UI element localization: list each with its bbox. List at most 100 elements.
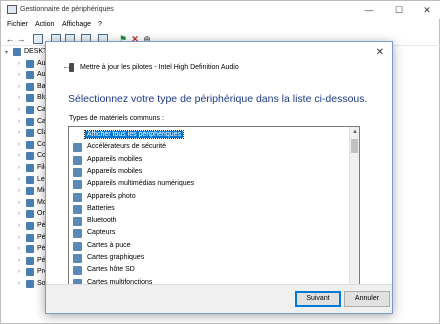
list-item[interactable]: Afficher tous les périphériques: [73, 130, 349, 141]
expand-chevron-icon[interactable]: ›: [18, 72, 20, 78]
menu-affichage[interactable]: Affichage: [62, 21, 91, 28]
expand-chevron-icon[interactable]: ›: [18, 246, 20, 252]
tree-item[interactable]: › Sou: [1, 279, 49, 290]
expand-chevron-icon[interactable]: ›: [18, 269, 20, 275]
device-category-icon: [26, 152, 34, 161]
window-title: Gestionnaire de périphériques: [20, 6, 114, 13]
tree-item[interactable]: › Blu: [1, 93, 47, 104]
dialog-close-button[interactable]: ✕: [376, 47, 384, 58]
expand-chevron-icon[interactable]: ›: [18, 223, 20, 229]
camera-icon: [73, 192, 82, 202]
next-button[interactable]: Suivant: [295, 291, 341, 307]
device-manager-icon: [7, 5, 17, 14]
expand-chevron-icon[interactable]: ›: [18, 211, 20, 217]
tree-item[interactable]: › Pér: [1, 256, 48, 267]
list-item[interactable]: Cartes graphiques: [73, 253, 349, 264]
expand-chevron-icon[interactable]: ›: [18, 200, 20, 206]
maximize-button[interactable]: ☐: [385, 3, 413, 17]
expand-chevron-icon[interactable]: ›: [18, 95, 20, 101]
tree-item[interactable]: › Lec: [1, 175, 48, 186]
tree-item[interactable]: › Mic: [1, 186, 48, 197]
back-arrow-icon[interactable]: ←: [5, 34, 15, 44]
menu-bar: Fichier Action Affichage ?: [1, 19, 440, 31]
forward-arrow-icon[interactable]: →: [16, 34, 26, 44]
close-button[interactable]: ✕: [413, 3, 440, 17]
tree-item[interactable]: › Pér: [1, 244, 48, 255]
menu-fichier[interactable]: Fichier: [7, 21, 28, 28]
dialog-footer: Suivant Annuler: [46, 284, 392, 313]
properties-icon[interactable]: [33, 34, 43, 44]
dialog-title: Mettre à jour les pilotes - Intel High D…: [80, 64, 239, 71]
list-item[interactable]: Cartes à puce: [73, 241, 349, 252]
list-item-label: Capteurs: [87, 229, 116, 237]
list-item[interactable]: Appareils photo: [73, 192, 349, 203]
tree-item[interactable]: › Car: [1, 117, 48, 128]
list-item[interactable]: Accélérateurs de sécurité: [73, 142, 349, 153]
device-icon: [69, 63, 74, 72]
dialog-heading: Sélectionnez votre type de périphérique …: [68, 93, 368, 105]
minimize-button[interactable]: —: [355, 3, 383, 17]
tree-item[interactable]: › Aud: [1, 59, 49, 70]
bluetooth-icon: [73, 217, 82, 227]
expand-chevron-icon[interactable]: ›: [18, 165, 20, 171]
scroll-up-icon[interactable]: ▲: [350, 127, 359, 137]
tree-item[interactable]: › Pro: [1, 267, 48, 278]
list-item[interactable]: Cartes hôte SD: [73, 265, 349, 276]
sd-host-icon: [73, 266, 82, 276]
tree-item[interactable]: › Con: [1, 140, 50, 151]
tree-item[interactable]: › Aut: [1, 70, 48, 81]
list-item[interactable]: Batteries: [73, 204, 349, 215]
expand-chevron-icon[interactable]: ▾: [5, 49, 8, 56]
device-category-icon: [26, 164, 34, 172]
tree-item[interactable]: ▾ DESKTO: [1, 47, 53, 58]
list-item[interactable]: Appareils mobiles: [73, 167, 349, 178]
list-item[interactable]: Capteurs: [73, 228, 349, 239]
tree-item[interactable]: › Ord: [1, 209, 49, 220]
device-category-icon: [26, 210, 34, 219]
list-item[interactable]: Bluetooth: [73, 216, 349, 227]
list-item[interactable]: Appareils mobiles: [73, 155, 349, 166]
device-category-icon: [26, 117, 34, 126]
expand-chevron-icon[interactable]: ›: [18, 142, 20, 148]
menu-help[interactable]: ?: [98, 21, 102, 28]
expand-chevron-icon[interactable]: ›: [18, 153, 20, 159]
sensor-icon: [73, 229, 82, 239]
expand-chevron-icon[interactable]: ›: [18, 61, 20, 67]
tree-item[interactable]: › Bat: [1, 82, 48, 93]
battery-icon: [73, 204, 82, 214]
update-driver-dialog: ✕ ← Mettre à jour les pilotes - Intel Hi…: [45, 41, 393, 314]
expand-chevron-icon[interactable]: ›: [18, 235, 20, 241]
device-category-icon: [26, 222, 34, 230]
tree-item[interactable]: › File: [1, 163, 48, 174]
tree-item[interactable]: › Pér: [1, 221, 48, 232]
expand-chevron-icon[interactable]: ›: [18, 177, 20, 183]
expand-chevron-icon[interactable]: ›: [18, 258, 20, 264]
tree-item[interactable]: › Mo: [1, 198, 47, 209]
list-label: Types de matériels communs :: [69, 115, 164, 122]
expand-chevron-icon[interactable]: ›: [18, 119, 20, 125]
smart-card-icon: [73, 241, 82, 251]
expand-chevron-icon[interactable]: ›: [18, 188, 20, 194]
tree-item[interactable]: › Pér: [1, 233, 48, 244]
tree-item[interactable]: ›Cam: [1, 105, 52, 116]
device-category-icon: [26, 233, 34, 242]
device-category-icon: [26, 175, 34, 184]
menu-action[interactable]: Action: [35, 21, 54, 28]
list-item-label: Appareils photo: [87, 192, 136, 200]
tree-item[interactable]: › Con: [1, 151, 50, 162]
cancel-button[interactable]: Annuler: [344, 291, 390, 307]
list-item-label: Batteries: [87, 204, 115, 212]
expand-chevron-icon[interactable]: ›: [18, 107, 20, 113]
list-item-label: Accélérateurs de sécurité: [87, 143, 166, 151]
list-item[interactable]: Appareils multimédias numériques: [73, 179, 349, 190]
mobile-device-icon: [73, 155, 82, 165]
expand-chevron-icon[interactable]: ›: [18, 281, 20, 287]
tree-item[interactable]: › Cla: [1, 128, 48, 139]
scroll-thumb[interactable]: [351, 139, 358, 153]
expand-chevron-icon[interactable]: ›: [18, 84, 20, 90]
device-category-icon: [13, 48, 21, 56]
list-item-label: Cartes hôte SD: [87, 266, 135, 274]
list-scrollbar[interactable]: ▲ ▼: [349, 127, 359, 310]
security-accelerator-icon: [73, 143, 82, 153]
expand-chevron-icon[interactable]: ›: [18, 130, 20, 136]
